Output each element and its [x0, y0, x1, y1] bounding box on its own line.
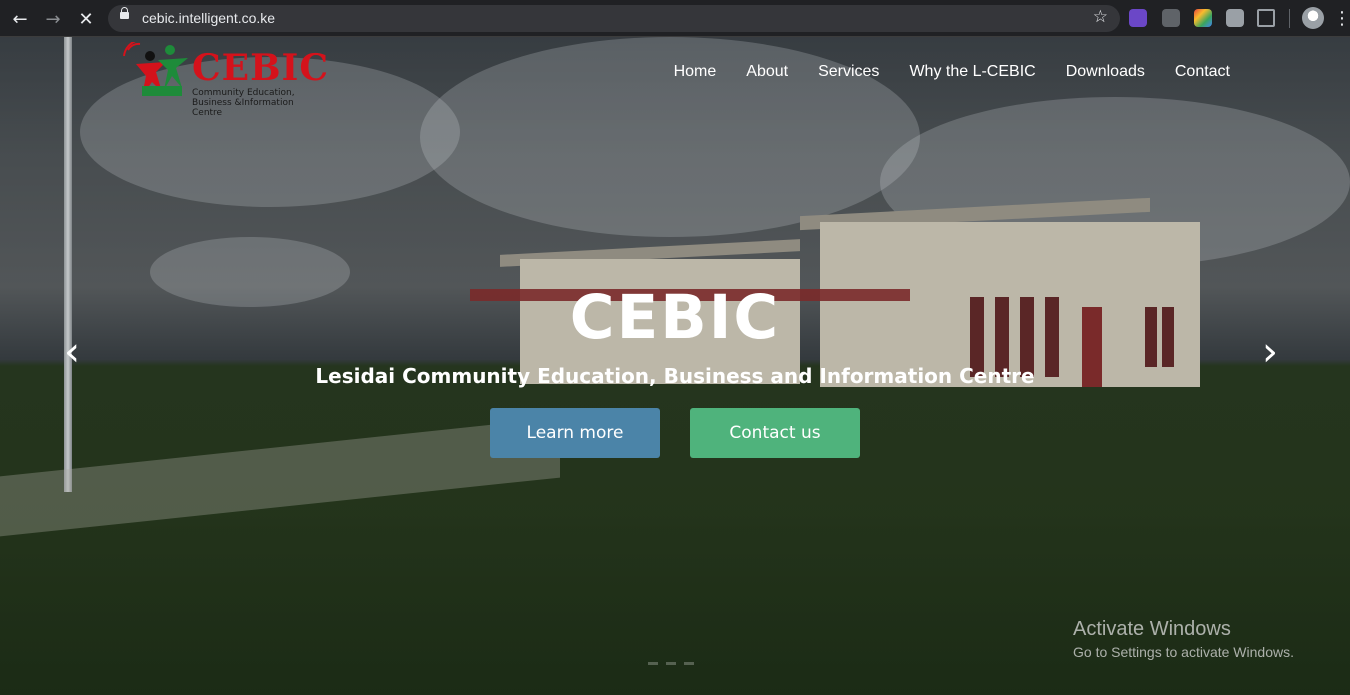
watermark-title: Activate Windows: [1073, 618, 1231, 640]
background-pole: [64, 37, 72, 492]
toolbar-divider: [1289, 9, 1290, 28]
slider-next-icon[interactable]: ›: [1262, 332, 1286, 372]
slider-indicator[interactable]: [666, 662, 676, 665]
lock-icon: [120, 7, 129, 19]
nav-link-about[interactable]: About: [746, 63, 788, 81]
hero-subtitle: Lesidai Community Education, Business an…: [315, 364, 1035, 388]
camera-icon[interactable]: [1226, 9, 1244, 27]
browser-menu-icon[interactable]: ⋮: [1333, 8, 1350, 29]
nav-link-services[interactable]: Services: [818, 63, 879, 81]
back-icon[interactable]: ←: [9, 8, 31, 30]
learn-more-button[interactable]: Learn more: [490, 408, 660, 458]
slider-indicators: [648, 662, 694, 665]
hero-title: CEBIC: [569, 282, 781, 353]
stop-loading-icon[interactable]: ✕: [75, 8, 97, 30]
forward-icon[interactable]: →: [42, 8, 64, 30]
logo-subtitle-line: Community Education,: [192, 88, 295, 98]
extension-search-icon[interactable]: [1162, 9, 1180, 27]
extension-purple-icon[interactable]: [1129, 9, 1147, 27]
logo-title: CEBIC: [192, 47, 330, 89]
watermark-subtitle: Go to Settings to activate Windows.: [1073, 644, 1294, 660]
browser-toolbar: ← → ✕ cebic.intelligent.co.ke ☆ ⋮: [0, 0, 1350, 37]
nav-link-why-l-cebic[interactable]: Why the L-CEBIC: [909, 63, 1035, 81]
profile-avatar[interactable]: [1302, 7, 1324, 29]
background-path: [0, 417, 560, 537]
bookmark-star-icon[interactable]: ☆: [1093, 7, 1108, 27]
address-url[interactable]: cebic.intelligent.co.ke: [142, 10, 275, 26]
site-logo[interactable]: CEBIC Community Education, Business &Inf…: [122, 42, 328, 118]
nav-link-downloads[interactable]: Downloads: [1066, 63, 1145, 81]
logo-subtitle-line: Business &Information Centre: [192, 98, 294, 118]
cube-icon[interactable]: [1257, 9, 1275, 27]
address-bar[interactable]: cebic.intelligent.co.ke ☆: [108, 5, 1120, 32]
contact-us-button[interactable]: Contact us: [690, 408, 860, 458]
main-navigation: Home About Services Why the L-CEBIC Down…: [674, 63, 1230, 81]
windows-activation-watermark: Activate Windows Go to Settings to activ…: [1073, 618, 1294, 660]
slider-indicator[interactable]: [648, 662, 658, 665]
slider-prev-icon[interactable]: ‹: [64, 332, 88, 372]
extension-color-icon[interactable]: [1194, 9, 1212, 27]
nav-link-home[interactable]: Home: [674, 63, 717, 81]
logo-subtitle: Community Education, Business &Informati…: [192, 88, 322, 118]
nav-link-contact[interactable]: Contact: [1175, 63, 1230, 81]
logo-figures-icon: [123, 42, 188, 96]
slider-indicator[interactable]: [684, 662, 694, 665]
